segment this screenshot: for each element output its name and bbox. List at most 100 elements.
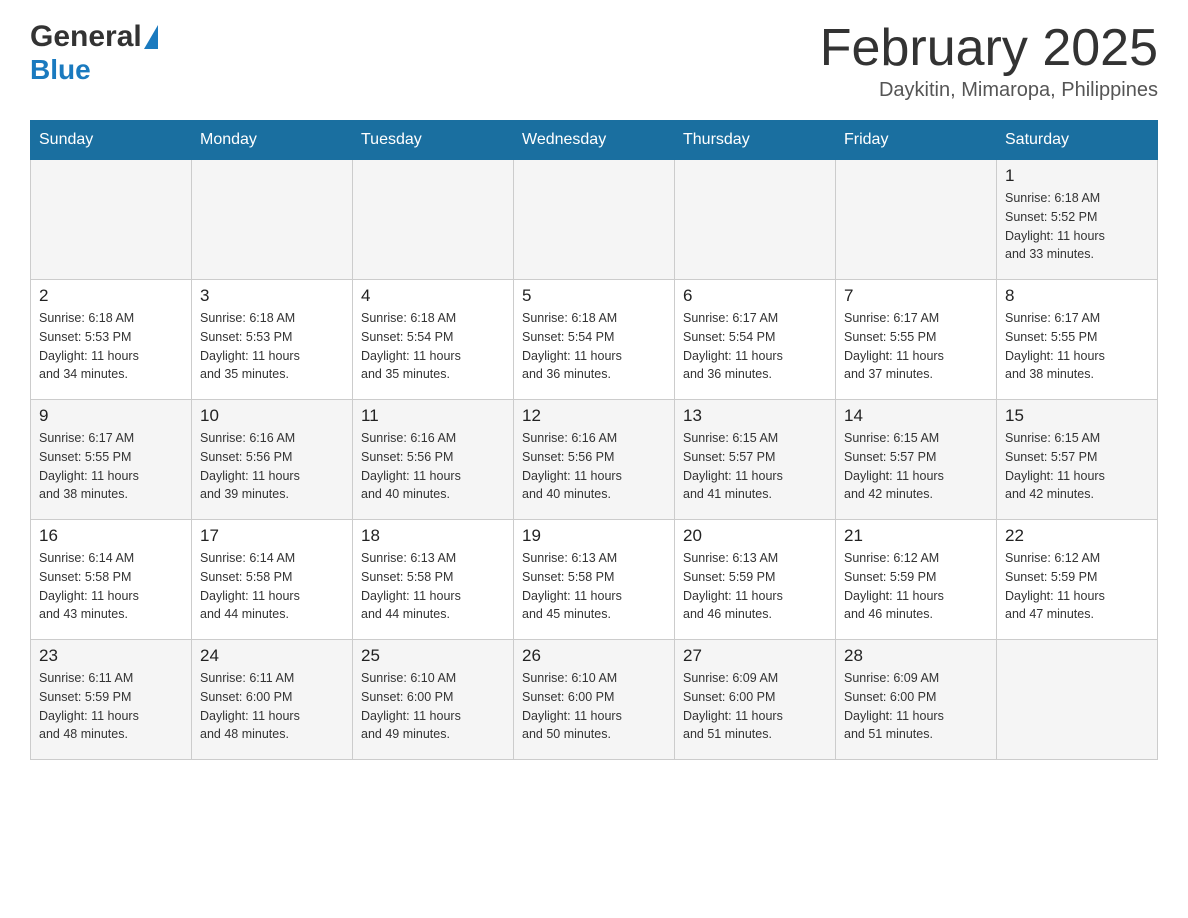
day-number: 25	[361, 646, 505, 666]
calendar-cell: 13 Sunrise: 6:15 AMSunset: 5:57 PMDayligh…	[675, 400, 836, 520]
calendar-header-row: SundayMondayTuesdayWednesdayThursdayFrid…	[31, 121, 1158, 160]
day-info: Sunrise: 6:14 AMSunset: 5:58 PMDaylight:…	[200, 549, 344, 624]
calendar-cell: 11 Sunrise: 6:16 AMSunset: 5:56 PMDayligh…	[353, 400, 514, 520]
calendar-cell: 21Sunrise: 6:12 AMSunset: 5:59 PMDayligh…	[836, 520, 997, 640]
day-number: 18	[361, 526, 505, 546]
day-info: Sunrise: 6:14 AMSunset: 5:58 PMDaylight:…	[39, 549, 183, 624]
calendar-cell: 7 Sunrise: 6:17 AMSunset: 5:55 PMDaylight…	[836, 280, 997, 400]
day-info: Sunrise: 6:17 AMSunset: 5:55 PMDaylight:…	[1005, 309, 1149, 384]
calendar-cell: 1 Sunrise: 6:18 AMSunset: 5:52 PMDaylight…	[997, 160, 1158, 280]
day-number: 5	[522, 286, 666, 306]
day-info: Sunrise: 6:15 AMSunset: 5:57 PMDaylight:…	[1005, 429, 1149, 504]
day-info: Sunrise: 6:15 AMSunset: 5:57 PMDaylight:…	[844, 429, 988, 504]
day-info: Sunrise: 6:16 AMSunset: 5:56 PMDaylight:…	[200, 429, 344, 504]
day-info: Sunrise: 6:18 AMSunset: 5:54 PMDaylight:…	[361, 309, 505, 384]
day-number: 28	[844, 646, 988, 666]
logo-general-text: General	[30, 20, 142, 54]
day-info: Sunrise: 6:11 AMSunset: 5:59 PMDaylight:…	[39, 669, 183, 744]
calendar-cell: 28 Sunrise: 6:09 AMSunset: 6:00 PMDayligh…	[836, 640, 997, 760]
day-number: 14	[844, 406, 988, 426]
day-number: 7	[844, 286, 988, 306]
calendar-cell	[675, 160, 836, 280]
title-area: February 2025 Daykitin, Mimaropa, Philip…	[820, 20, 1158, 102]
day-info: Sunrise: 6:10 AMSunset: 6:00 PMDaylight:…	[522, 669, 666, 744]
day-number: 1	[1005, 166, 1149, 186]
day-info: Sunrise: 6:10 AMSunset: 6:00 PMDaylight:…	[361, 669, 505, 744]
calendar-cell: 17 Sunrise: 6:14 AMSunset: 5:58 PMDayligh…	[192, 520, 353, 640]
day-number: 3	[200, 286, 344, 306]
calendar-cell: 26Sunrise: 6:10 AMSunset: 6:00 PMDayligh…	[514, 640, 675, 760]
calendar-cell	[192, 160, 353, 280]
calendar-table: SundayMondayTuesdayWednesdayThursdayFrid…	[30, 120, 1158, 760]
day-number: 24	[200, 646, 344, 666]
calendar-cell: 15Sunrise: 6:15 AMSunset: 5:57 PMDayligh…	[997, 400, 1158, 520]
day-number: 4	[361, 286, 505, 306]
calendar-week-row: 2Sunrise: 6:18 AMSunset: 5:53 PMDaylight…	[31, 280, 1158, 400]
calendar-cell	[31, 160, 192, 280]
day-number: 13	[683, 406, 827, 426]
calendar-week-row: 9 Sunrise: 6:17 AMSunset: 5:55 PMDaylight…	[31, 400, 1158, 520]
day-number: 17	[200, 526, 344, 546]
day-number: 9	[39, 406, 183, 426]
day-info: Sunrise: 6:18 AMSunset: 5:53 PMDaylight:…	[200, 309, 344, 384]
calendar-cell	[997, 640, 1158, 760]
day-number: 16	[39, 526, 183, 546]
day-header-tuesday: Tuesday	[353, 121, 514, 160]
day-info: Sunrise: 6:09 AMSunset: 6:00 PMDaylight:…	[844, 669, 988, 744]
calendar-cell: 14 Sunrise: 6:15 AMSunset: 5:57 PMDayligh…	[836, 400, 997, 520]
calendar-cell: 3 Sunrise: 6:18 AMSunset: 5:53 PMDaylight…	[192, 280, 353, 400]
day-info: Sunrise: 6:16 AMSunset: 5:56 PMDaylight:…	[522, 429, 666, 504]
day-info: Sunrise: 6:13 AMSunset: 5:58 PMDaylight:…	[361, 549, 505, 624]
day-header-thursday: Thursday	[675, 121, 836, 160]
calendar-cell: 6Sunrise: 6:17 AMSunset: 5:54 PMDaylight…	[675, 280, 836, 400]
day-info: Sunrise: 6:17 AMSunset: 5:55 PMDaylight:…	[844, 309, 988, 384]
page-header: General Blue February 2025 Daykitin, Mim…	[30, 20, 1158, 102]
calendar-cell: 24 Sunrise: 6:11 AMSunset: 6:00 PMDayligh…	[192, 640, 353, 760]
day-header-monday: Monday	[192, 121, 353, 160]
calendar-cell: 20Sunrise: 6:13 AMSunset: 5:59 PMDayligh…	[675, 520, 836, 640]
calendar-cell: 19 Sunrise: 6:13 AMSunset: 5:58 PMDayligh…	[514, 520, 675, 640]
location-text: Daykitin, Mimaropa, Philippines	[820, 79, 1158, 102]
logo-triangle-icon	[144, 25, 158, 49]
day-number: 6	[683, 286, 827, 306]
calendar-cell: 27 Sunrise: 6:09 AMSunset: 6:00 PMDayligh…	[675, 640, 836, 760]
calendar-cell: 18 Sunrise: 6:13 AMSunset: 5:58 PMDayligh…	[353, 520, 514, 640]
calendar-cell: 25 Sunrise: 6:10 AMSunset: 6:00 PMDayligh…	[353, 640, 514, 760]
calendar-cell	[836, 160, 997, 280]
day-info: Sunrise: 6:15 AMSunset: 5:57 PMDaylight:…	[683, 429, 827, 504]
calendar-cell	[514, 160, 675, 280]
day-number: 27	[683, 646, 827, 666]
day-number: 19	[522, 526, 666, 546]
day-info: Sunrise: 6:13 AMSunset: 5:58 PMDaylight:…	[522, 549, 666, 624]
day-header-saturday: Saturday	[997, 121, 1158, 160]
calendar-cell: 12Sunrise: 6:16 AMSunset: 5:56 PMDayligh…	[514, 400, 675, 520]
calendar-cell: 23Sunrise: 6:11 AMSunset: 5:59 PMDayligh…	[31, 640, 192, 760]
calendar-cell	[353, 160, 514, 280]
day-number: 11	[361, 406, 505, 426]
calendar-cell: 16 Sunrise: 6:14 AMSunset: 5:58 PMDayligh…	[31, 520, 192, 640]
calendar-week-row: 23Sunrise: 6:11 AMSunset: 5:59 PMDayligh…	[31, 640, 1158, 760]
day-info: Sunrise: 6:11 AMSunset: 6:00 PMDaylight:…	[200, 669, 344, 744]
day-info: Sunrise: 6:18 AMSunset: 5:53 PMDaylight:…	[39, 309, 183, 384]
calendar-cell: 10 Sunrise: 6:16 AMSunset: 5:56 PMDayligh…	[192, 400, 353, 520]
calendar-cell: 4 Sunrise: 6:18 AMSunset: 5:54 PMDaylight…	[353, 280, 514, 400]
day-header-sunday: Sunday	[31, 121, 192, 160]
day-info: Sunrise: 6:16 AMSunset: 5:56 PMDaylight:…	[361, 429, 505, 504]
logo-blue-text: Blue	[30, 54, 91, 86]
calendar-cell: 9 Sunrise: 6:17 AMSunset: 5:55 PMDaylight…	[31, 400, 192, 520]
day-header-wednesday: Wednesday	[514, 121, 675, 160]
day-info: Sunrise: 6:12 AMSunset: 5:59 PMDaylight:…	[1005, 549, 1149, 624]
day-info: Sunrise: 6:18 AMSunset: 5:54 PMDaylight:…	[522, 309, 666, 384]
calendar-cell: 22Sunrise: 6:12 AMSunset: 5:59 PMDayligh…	[997, 520, 1158, 640]
month-title: February 2025	[820, 20, 1158, 77]
day-number: 10	[200, 406, 344, 426]
calendar-cell: 5 Sunrise: 6:18 AMSunset: 5:54 PMDaylight…	[514, 280, 675, 400]
calendar-cell: 8Sunrise: 6:17 AMSunset: 5:55 PMDaylight…	[997, 280, 1158, 400]
day-info: Sunrise: 6:17 AMSunset: 5:55 PMDaylight:…	[39, 429, 183, 504]
day-header-friday: Friday	[836, 121, 997, 160]
day-info: Sunrise: 6:18 AMSunset: 5:52 PMDaylight:…	[1005, 189, 1149, 264]
day-info: Sunrise: 6:09 AMSunset: 6:00 PMDaylight:…	[683, 669, 827, 744]
calendar-week-row: 1 Sunrise: 6:18 AMSunset: 5:52 PMDaylight…	[31, 160, 1158, 280]
day-number: 20	[683, 526, 827, 546]
calendar-week-row: 16 Sunrise: 6:14 AMSunset: 5:58 PMDayligh…	[31, 520, 1158, 640]
